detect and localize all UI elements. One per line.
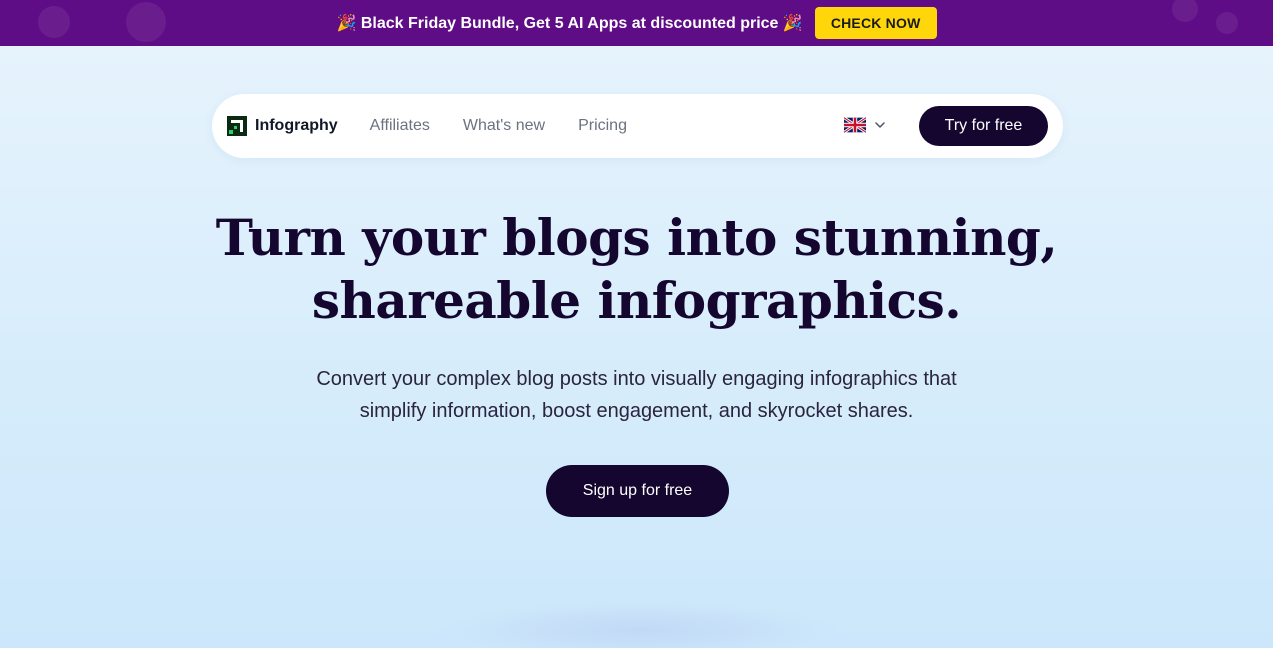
brand-name: Infography <box>255 117 338 134</box>
chevron-down-icon <box>875 122 885 128</box>
decor-bubble <box>126 2 166 42</box>
main-navbar: Infography Affiliates What's new Pricing… <box>212 94 1063 158</box>
nav-link-pricing[interactable]: Pricing <box>578 117 627 135</box>
decor-bubble <box>38 6 70 38</box>
nav-link-affiliates[interactable]: Affiliates <box>370 117 430 135</box>
hero-title: Turn your blogs into stunning, shareable… <box>0 206 1273 332</box>
uk-flag-icon <box>844 117 866 133</box>
hero-subtitle-line-1: Convert your complex blog posts into vis… <box>316 368 957 390</box>
nav-links: Affiliates What's new Pricing <box>370 117 660 135</box>
hero-title-line-2: shareable infographics. <box>311 271 962 330</box>
infography-logo-icon <box>227 116 247 136</box>
decor-bubble <box>1216 12 1238 34</box>
check-now-button[interactable]: CHECK NOW <box>814 7 937 39</box>
decor-bubble <box>1172 0 1198 22</box>
hero-title-line-1: Turn your blogs into stunning, <box>215 208 1058 267</box>
sign-up-button[interactable]: Sign up for free <box>546 465 729 517</box>
promo-banner: 🎉 Black Friday Bundle, Get 5 AI Apps at … <box>0 0 1273 46</box>
hero-subtitle: Convert your complex blog posts into vis… <box>0 363 1273 427</box>
language-selector[interactable] <box>844 117 886 133</box>
decor-glow <box>440 600 840 648</box>
hero-subtitle-line-2: simplify information, boost engagement, … <box>359 400 914 422</box>
brand-logo-link[interactable]: Infography <box>227 116 338 136</box>
try-for-free-button[interactable]: Try for free <box>919 106 1048 146</box>
nav-link-whats-new[interactable]: What's new <box>463 117 545 135</box>
promo-text: 🎉 Black Friday Bundle, Get 5 AI Apps at … <box>336 15 803 32</box>
